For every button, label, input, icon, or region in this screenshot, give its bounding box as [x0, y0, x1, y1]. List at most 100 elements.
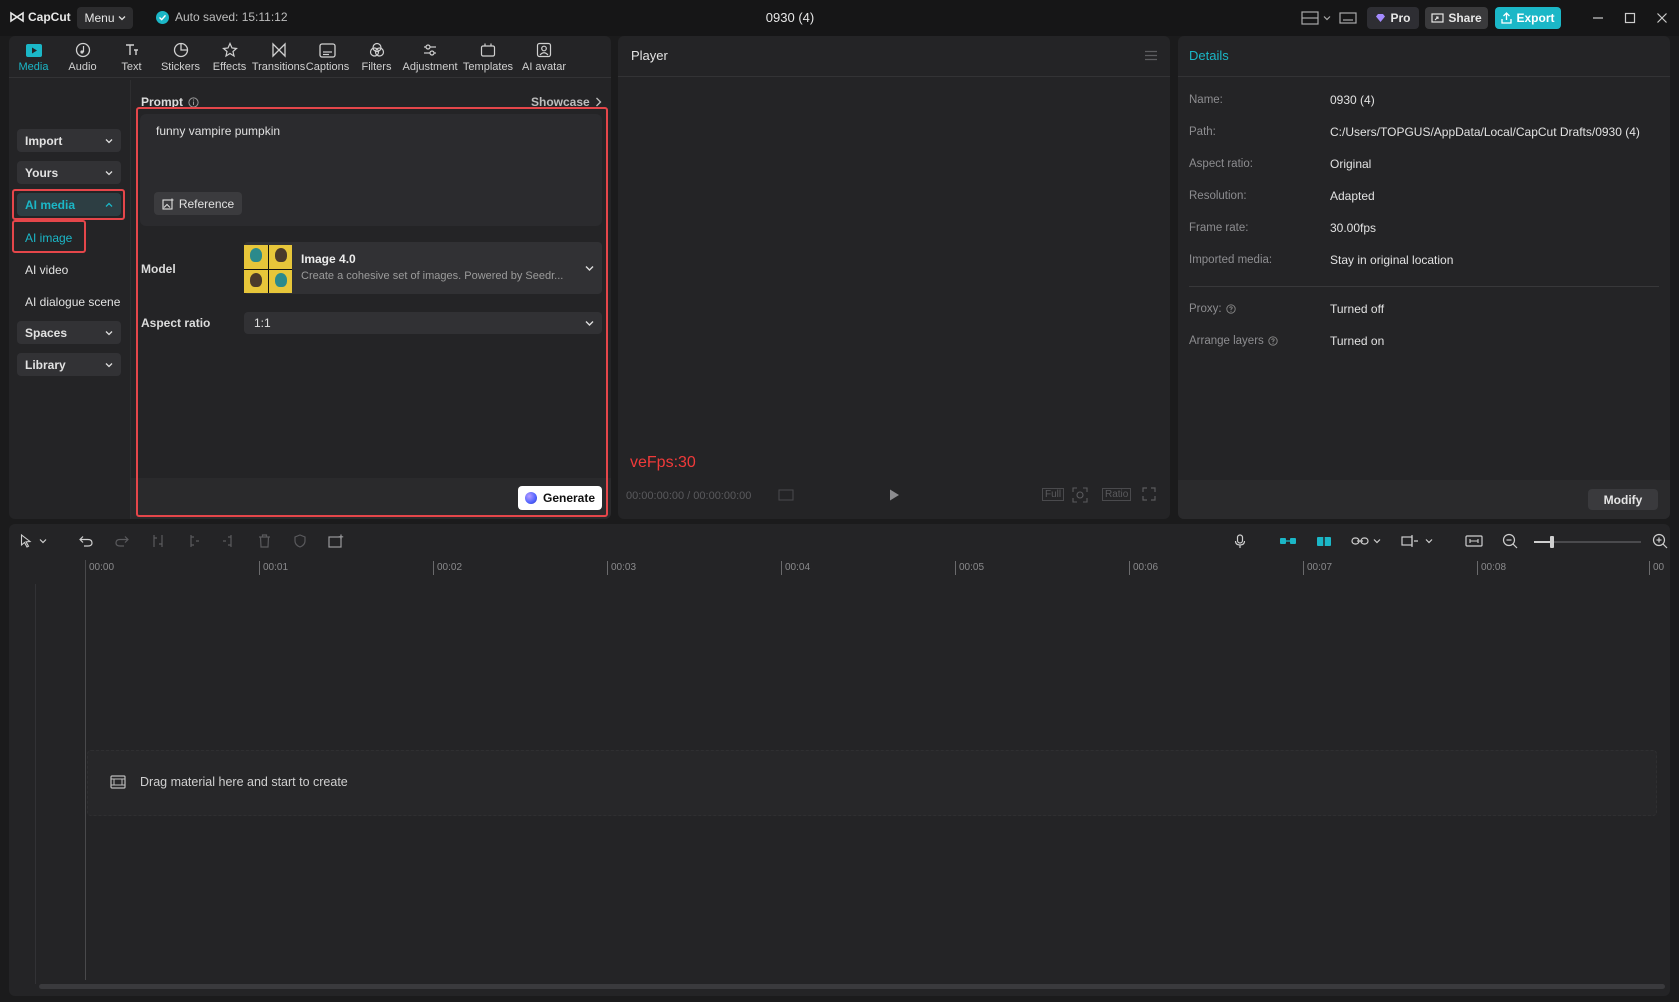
yours-button[interactable]: Yours [17, 161, 121, 184]
tab-stickers[interactable]: Stickers [156, 36, 205, 78]
zoom-in-icon[interactable] [1651, 532, 1669, 550]
drop-zone[interactable]: Drag material here and start to create [87, 750, 1657, 816]
ai-video-item[interactable]: AI video [25, 263, 68, 277]
chevron-down-icon [118, 16, 125, 21]
snap-icon[interactable] [1315, 532, 1333, 550]
ai-dialogue-scene-item[interactable]: AI dialogue scene [25, 295, 120, 309]
chevron-down-icon[interactable] [37, 532, 49, 550]
tab-audio[interactable]: Audio [58, 36, 107, 78]
detail-key: Proxy: [1189, 303, 1236, 315]
templates-icon [479, 41, 497, 59]
pro-button[interactable]: Pro [1367, 7, 1419, 29]
capcut-logo: CapCut [10, 10, 71, 24]
export-button[interactable]: Export [1495, 7, 1561, 29]
tab-adjustment[interactable]: Adjustment [401, 36, 459, 78]
title-bar: CapCut Menu Auto saved: 15:11:12 0930 (4… [0, 0, 1679, 36]
document-title: 0930 (4) [765, 10, 815, 25]
menu-button[interactable]: Menu [77, 7, 133, 29]
ruler-tick [1649, 561, 1650, 575]
tab-filters[interactable]: Filters [352, 36, 401, 78]
tab-transitions[interactable]: Transitions [252, 36, 305, 78]
minimize-icon[interactable] [1589, 9, 1607, 27]
timeline-ruler[interactable]: 00:00 00:01 00:02 00:03 00:04 00:05 00:0… [9, 558, 1670, 578]
zoom-slider-track[interactable] [1534, 536, 1641, 548]
category-tabs: Media Audio Text Stickers Effects Transi… [9, 36, 611, 78]
fullscreen-icon[interactable] [1142, 487, 1156, 501]
shield-icon[interactable] [291, 532, 309, 550]
zoom-out-icon[interactable] [1501, 532, 1519, 550]
microphone-icon[interactable] [1231, 532, 1249, 550]
tab-label: Filters [361, 61, 392, 73]
tab-effects[interactable]: Effects [205, 36, 254, 78]
detail-value: Original [1330, 157, 1372, 171]
tab-templates[interactable]: Templates [459, 36, 517, 78]
detail-value: Adapted [1330, 189, 1375, 203]
split-left-icon[interactable] [185, 532, 203, 550]
playhead[interactable] [85, 560, 86, 980]
tab-captions[interactable]: Captions [303, 36, 352, 78]
share-button[interactable]: Share [1425, 7, 1488, 29]
ruler-tick [607, 561, 608, 575]
film-icon [110, 775, 126, 789]
preview-axis-icon[interactable] [1401, 532, 1419, 550]
zoom-slider-thumb[interactable] [1550, 536, 1554, 548]
split-icon[interactable] [149, 532, 167, 550]
detail-value: C:/Users/TOPGUS/AppData/Local/CapCut Dra… [1330, 125, 1640, 139]
play-icon[interactable] [888, 488, 900, 502]
import-button[interactable]: Import [17, 129, 121, 152]
keyboard-icon[interactable] [1338, 9, 1358, 27]
delete-icon[interactable] [255, 532, 273, 550]
share-label: Share [1448, 11, 1482, 25]
tab-label: Audio [68, 61, 97, 73]
redo-icon[interactable] [113, 532, 131, 550]
horizontal-scrollbar[interactable] [39, 984, 1665, 989]
spaces-button[interactable]: Spaces [17, 321, 121, 344]
layout-chevron-icon[interactable] [1322, 9, 1332, 27]
chevron-down-icon[interactable] [1371, 532, 1383, 550]
hamburger-icon[interactable] [1144, 50, 1158, 61]
highlight-ai-media [12, 189, 125, 220]
effects-icon [221, 41, 239, 59]
tab-ai-avatar[interactable]: AI avatar [517, 36, 571, 78]
media-panel: Media Audio Text Stickers Effects Transi… [9, 36, 611, 519]
tab-media[interactable]: Media [9, 36, 58, 78]
ruler-label: 00:01 [263, 562, 289, 573]
link-icon[interactable] [1351, 532, 1369, 550]
list-icon[interactable] [778, 489, 794, 501]
filters-icon [368, 41, 386, 59]
proxy-key: Proxy: [1189, 303, 1222, 315]
media-icon [25, 41, 43, 59]
chevron-down-icon[interactable] [1423, 532, 1435, 550]
add-media-icon[interactable] [327, 532, 345, 550]
magnet-link-icon[interactable] [1279, 532, 1297, 550]
library-button[interactable]: Library [17, 353, 121, 376]
zoom-fit-icon[interactable] [1072, 487, 1088, 503]
screen-fit-icon[interactable] [1465, 532, 1483, 550]
chevron-down-icon [105, 330, 113, 335]
split-right-icon[interactable] [219, 532, 237, 550]
modify-button[interactable]: Modify [1588, 489, 1658, 510]
detail-row-proxy: Proxy: Turned off [1189, 302, 1659, 319]
layout-icon[interactable] [1300, 9, 1320, 27]
full-button[interactable]: Full [1042, 488, 1065, 501]
ratio-button[interactable]: Ratio [1102, 488, 1132, 501]
detail-key: Imported media: [1189, 254, 1273, 266]
ruler-tick [433, 561, 434, 575]
stickers-icon [172, 41, 190, 59]
tab-text[interactable]: Text [107, 36, 156, 78]
undo-icon[interactable] [77, 532, 95, 550]
details-footer: Modify [1178, 480, 1670, 519]
detail-key: Path: [1189, 126, 1216, 138]
chevron-down-icon [105, 138, 113, 143]
yours-label: Yours [25, 165, 59, 180]
ruler-label: 00 [1653, 562, 1665, 573]
info-icon [188, 96, 199, 108]
details-title: Details [1189, 48, 1229, 63]
tab-label: Stickers [160, 61, 201, 73]
captions-icon [319, 41, 337, 59]
maximize-icon[interactable] [1621, 9, 1639, 27]
share-icon [1431, 12, 1444, 23]
select-cursor-icon[interactable] [17, 532, 35, 550]
ruler-tick [1303, 561, 1304, 575]
close-icon[interactable] [1653, 9, 1671, 27]
